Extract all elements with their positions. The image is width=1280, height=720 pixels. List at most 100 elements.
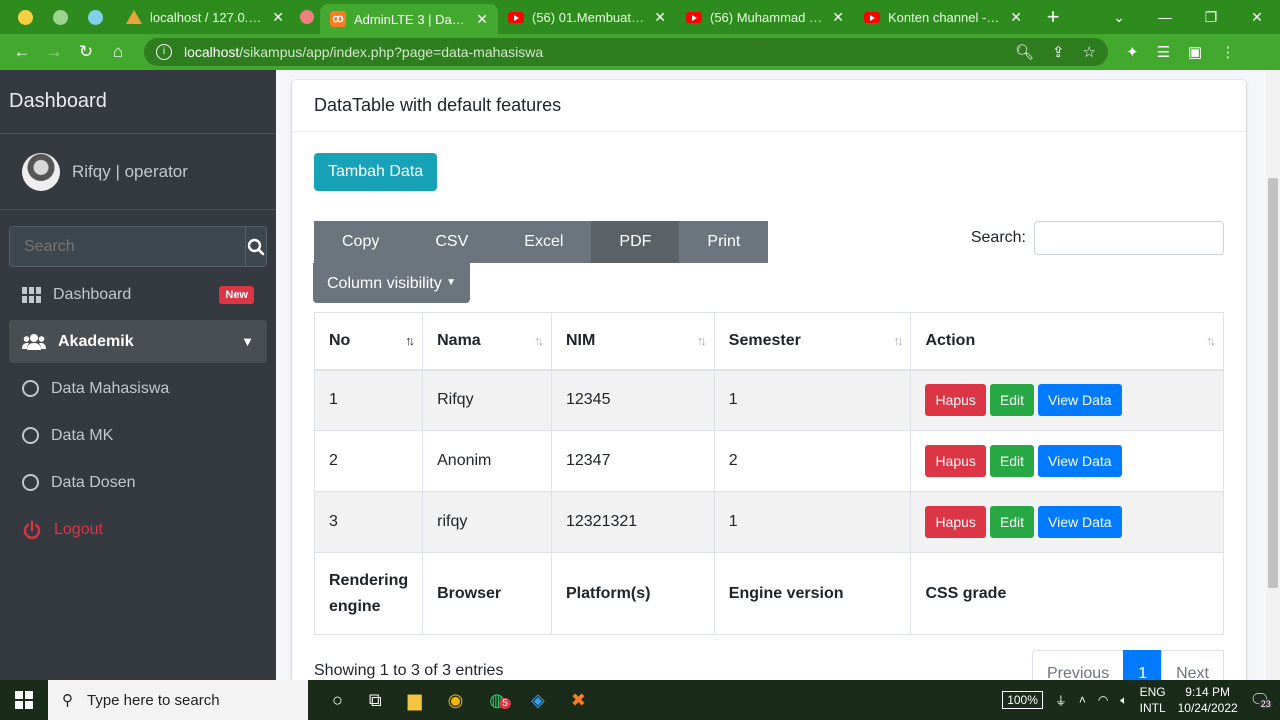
window-dots: [0, 9, 116, 25]
sort-icon: ↑↓: [533, 333, 544, 348]
close-icon[interactable]: ✕: [272, 9, 284, 26]
tab-youtube-1[interactable]: (56) 01.Membuat Ap ✕: [498, 0, 676, 34]
back-icon[interactable]: ←: [6, 42, 38, 62]
edit-button[interactable]: Edit: [989, 506, 1035, 538]
column-header-nama[interactable]: Nama ↑↓: [422, 312, 552, 371]
phpmyadmin-icon: [126, 10, 142, 24]
cell-nim: 12347: [550, 430, 715, 492]
tab-youtube-2[interactable]: (56) Muhammad Rif ✕: [676, 0, 854, 34]
task-view-icon[interactable]: ⧉: [369, 690, 382, 711]
clock[interactable]: 9:14 PM 10/24/2022: [1178, 684, 1238, 716]
user-panel[interactable]: Rifqy | operator: [0, 134, 276, 210]
edit-button[interactable]: Edit: [989, 445, 1035, 477]
column-header-no[interactable]: No ↑↓: [313, 312, 424, 371]
previous-page-button[interactable]: Previous: [1031, 650, 1125, 680]
record-icon: [300, 10, 314, 24]
column-visibility-button[interactable]: Column visibility ▼: [313, 263, 471, 303]
chrome-icon[interactable]: ◉: [448, 690, 464, 711]
taskbar-search-placeholder: Type here to search: [87, 691, 220, 709]
bookmark-star-icon[interactable]: ☆: [1083, 43, 1096, 61]
notification-icon[interactable]: 🗨︎23: [1250, 690, 1273, 710]
windows-logo-icon: [15, 691, 33, 709]
wifi-icon[interactable]: ◠: [1098, 693, 1108, 707]
taskbar-search[interactable]: ⚲ Type here to search: [48, 680, 308, 720]
csv-button[interactable]: CSV: [407, 221, 497, 263]
search-label: Search:: [970, 229, 1026, 246]
tab-phpmyadmin[interactable]: localhost / 127.0.0.1 ✕: [116, 0, 294, 34]
youtube-icon: [508, 11, 524, 23]
new-tab-button[interactable]: +: [1036, 4, 1070, 30]
add-data-button[interactable]: Tambah Data: [314, 153, 438, 191]
info-icon[interactable]: i: [156, 44, 172, 60]
sidebar-item-data-mahasiswa[interactable]: Data Mahasiswa: [9, 367, 267, 410]
pdf-button[interactable]: PDF: [591, 221, 680, 263]
close-window-button[interactable]: ✕: [1234, 0, 1280, 34]
close-icon[interactable]: ✕: [654, 9, 666, 26]
sidebar-panel-icon[interactable]: ▣: [1188, 43, 1202, 61]
sidebar-search: [9, 226, 267, 267]
next-page-button[interactable]: Next: [1161, 650, 1224, 680]
scrollbar-thumb[interactable]: [1268, 178, 1278, 588]
address-toolbar: ← → ↻ ⌂ i localhost/sikampus/app/index.p…: [0, 34, 1280, 70]
sort-icon: ↑↓: [696, 333, 707, 348]
page-1-button[interactable]: 1: [1123, 650, 1163, 680]
close-icon[interactable]: ✕: [832, 9, 844, 26]
page-scrollbar[interactable]: [1266, 70, 1280, 680]
battery-indicator[interactable]: 100%: [1002, 691, 1043, 709]
home-icon[interactable]: ⌂: [102, 42, 134, 62]
restore-button[interactable]: ❐: [1188, 0, 1234, 34]
sidebar-item-logout[interactable]: Logout: [9, 508, 267, 551]
cortana-icon[interactable]: ○: [332, 690, 343, 711]
close-icon[interactable]: ✕: [476, 11, 488, 28]
chevron-up-icon[interactable]: ˄: [1079, 693, 1086, 707]
start-button[interactable]: [0, 691, 48, 709]
column-header-semester[interactable]: Semester ↑↓: [713, 312, 912, 371]
delete-button[interactable]: Hapus: [925, 384, 986, 417]
menu-kebab-icon[interactable]: ⋮: [1220, 43, 1235, 61]
sidebar-item-akademik[interactable]: Akademik ▼: [9, 320, 267, 363]
whatsapp-icon[interactable]: ◍ 5: [489, 690, 511, 711]
search-input[interactable]: [10, 227, 245, 266]
url-text[interactable]: localhost/sikampus/app/index.php?page=da…: [184, 44, 543, 60]
tab-adminlte[interactable]: ꝏ AdminLTE 3 | Dashboard ✕: [320, 4, 498, 34]
view-data-button[interactable]: View Data: [1038, 445, 1122, 477]
extensions-icon[interactable]: ✦: [1126, 43, 1139, 61]
user-name[interactable]: Rifqy | operator: [72, 162, 188, 182]
volume-icon[interactable]: 🔈︎: [1120, 693, 1127, 708]
view-data-button[interactable]: View Data: [1038, 384, 1122, 417]
print-button[interactable]: Print: [679, 221, 769, 263]
share-icon[interactable]: ⇪: [1052, 43, 1065, 61]
column-header-nim[interactable]: NIM ↑↓: [550, 312, 715, 371]
edit-button[interactable]: Edit: [989, 384, 1035, 417]
reload-icon[interactable]: ↻: [70, 42, 102, 62]
caret-down-icon: ▼: [446, 277, 457, 288]
data-table: No ↑↓ Nama ↑↓ NIM ↑↓ Semester ↑↓ Action ↑↓ 1 …: [313, 312, 1224, 635]
sidebar-item-data-dosen[interactable]: Data Dosen: [9, 461, 267, 504]
file-explorer-icon[interactable]: ▆: [408, 690, 422, 711]
minimize-button[interactable]: —: [1142, 0, 1188, 34]
brand-title[interactable]: Dashboard: [0, 70, 276, 134]
column-header-action[interactable]: Action ↑↓: [910, 312, 1224, 371]
zoom-icon[interactable]: 🔍︎: [1015, 43, 1034, 61]
playlist-icon[interactable]: ☰: [1157, 43, 1170, 61]
delete-button[interactable]: Hapus: [925, 445, 986, 477]
chevron-down-icon[interactable]: ⌄: [1096, 0, 1142, 34]
search-button[interactable]: [245, 227, 266, 266]
tab-youtube-3[interactable]: Konten channel - Yo ✕: [854, 0, 1032, 34]
vscode-icon[interactable]: ◈: [531, 690, 545, 711]
language-indicator[interactable]: ENG INTL: [1140, 684, 1166, 716]
table-search-input[interactable]: [1034, 221, 1224, 255]
sidebar-item-dashboard[interactable]: Dashboard New: [9, 273, 267, 316]
copy-button[interactable]: Copy: [314, 221, 408, 263]
sidebar-item-label: Data MK: [51, 426, 114, 444]
xampp-icon[interactable]: ✖: [571, 690, 586, 711]
footer-cell: CSS grade: [910, 552, 1224, 635]
cell-nim: 12321321: [550, 491, 715, 553]
excel-button[interactable]: Excel: [496, 221, 592, 263]
sidebar-item-data-mk[interactable]: Data MK: [9, 414, 267, 457]
view-data-button[interactable]: View Data: [1038, 506, 1122, 538]
address-bar[interactable]: i localhost/sikampus/app/index.php?page=…: [144, 38, 1108, 66]
close-icon[interactable]: ✕: [1010, 9, 1022, 26]
forward-icon[interactable]: →: [38, 42, 70, 62]
delete-button[interactable]: Hapus: [925, 506, 986, 538]
